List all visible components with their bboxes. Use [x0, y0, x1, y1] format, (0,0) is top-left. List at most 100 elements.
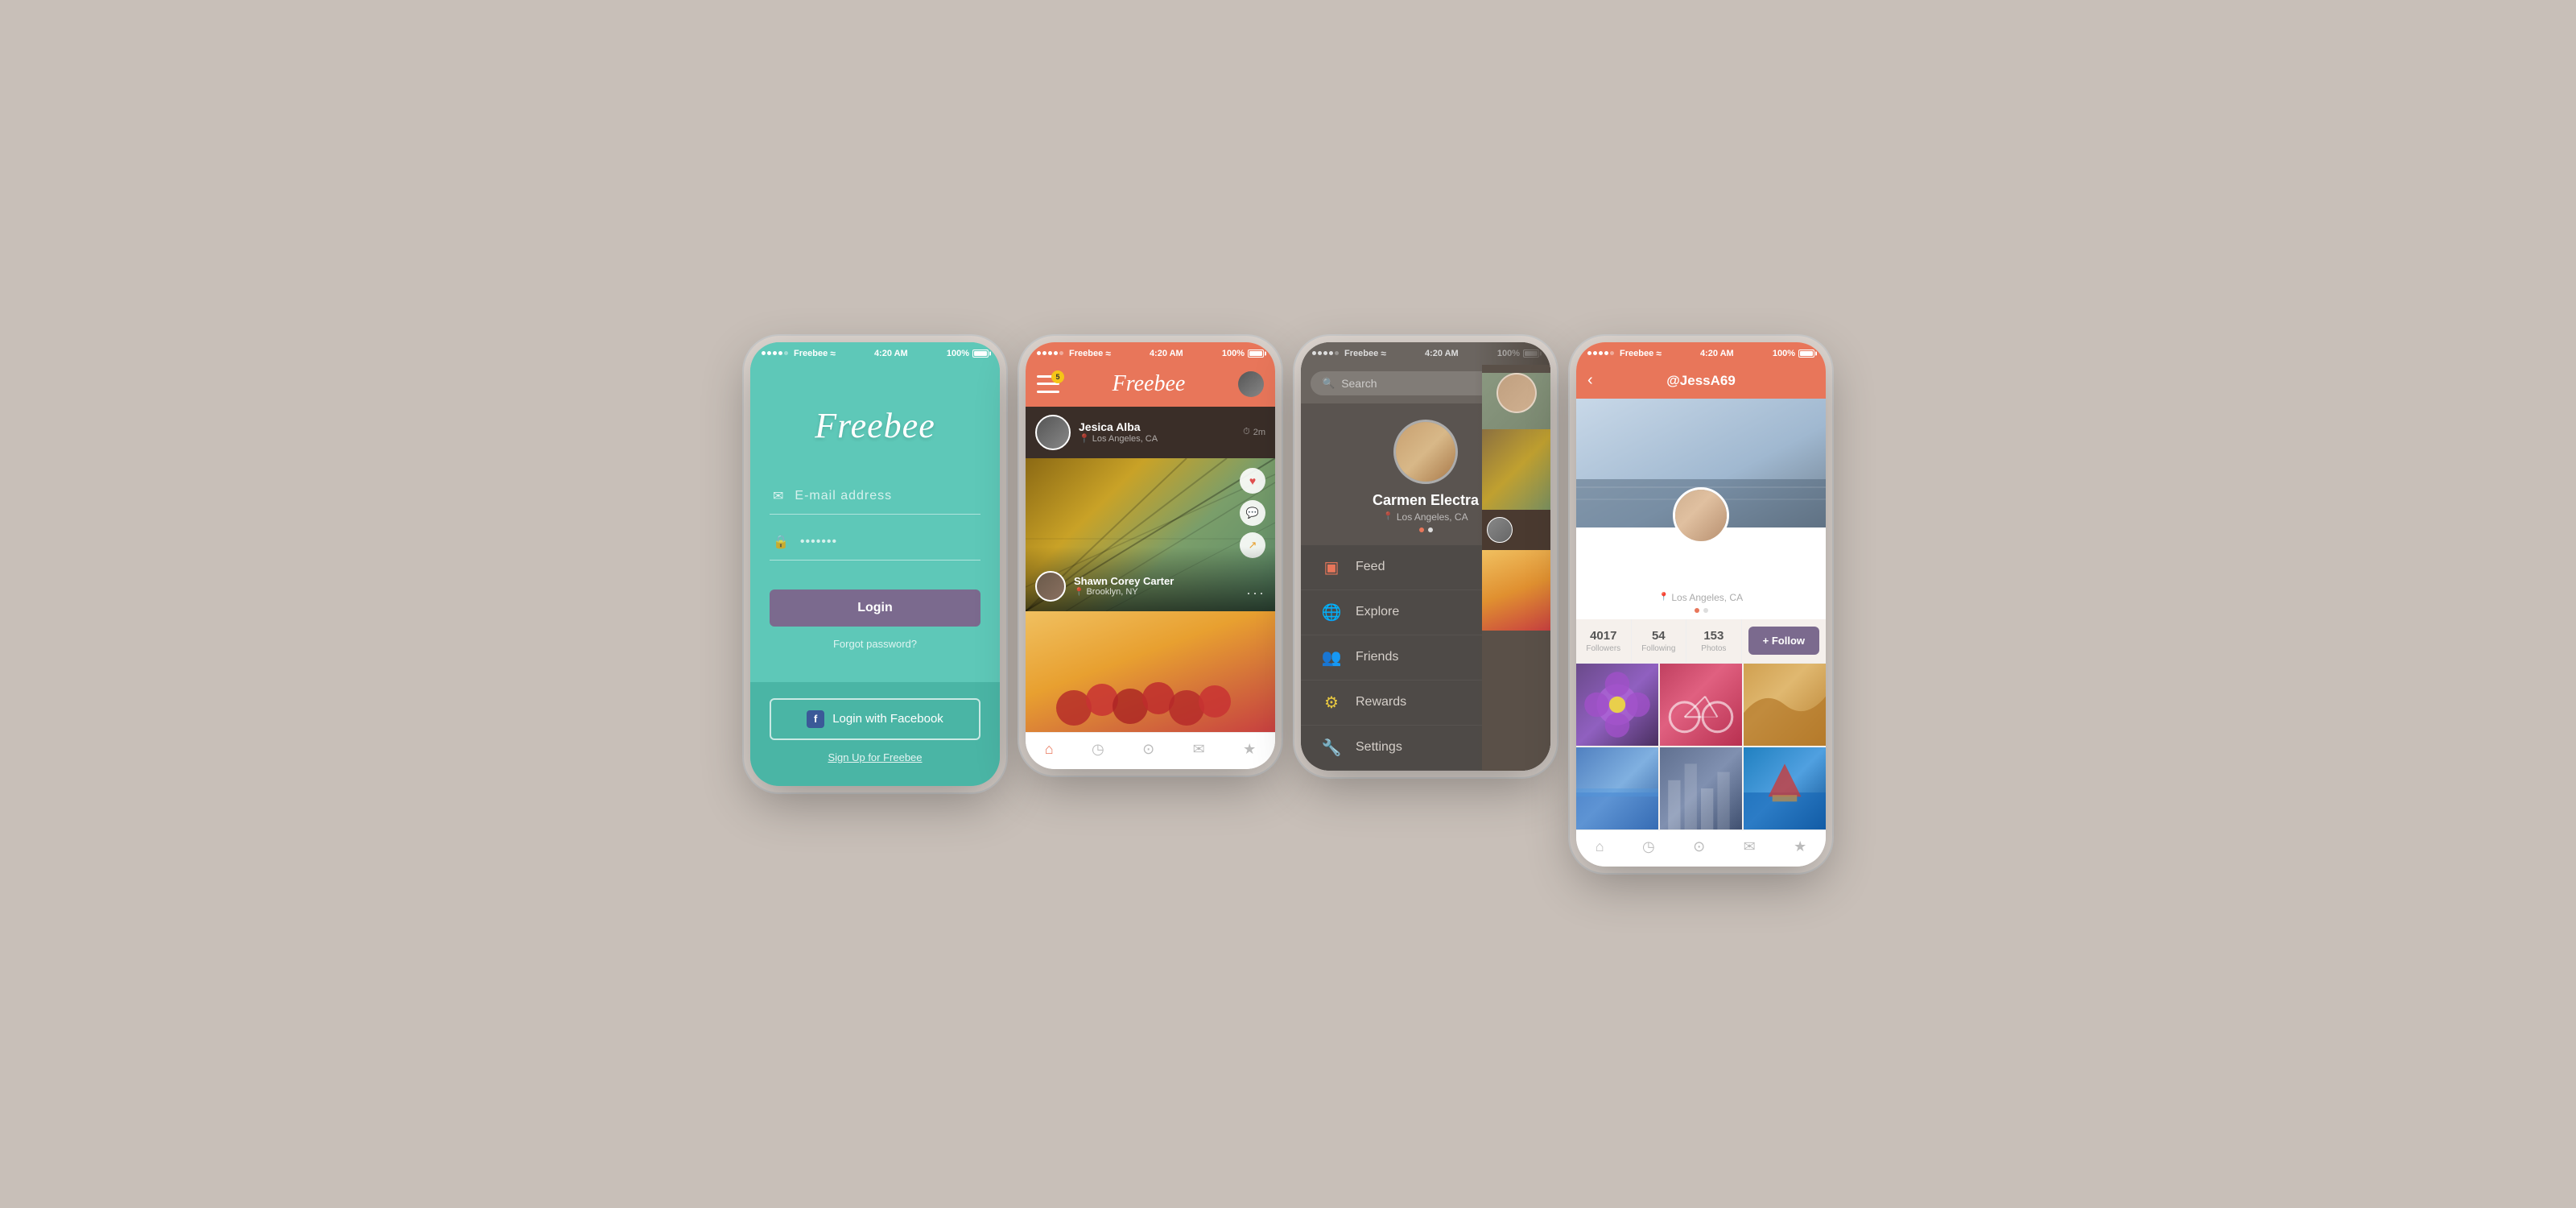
menu-settings-label: Settings — [1356, 740, 1402, 755]
menu-feed-label: Feed — [1356, 560, 1385, 574]
more-options[interactable]: ··· — [1246, 585, 1265, 602]
rewards-icon: ⚙ — [1320, 693, 1343, 713]
status-bar-1: Freebee ≈ 4:20 AM 100% — [750, 342, 1000, 365]
battery-label: 100% — [1497, 349, 1520, 358]
profile-name: Jesica Alba — [1664, 576, 1739, 592]
email-field[interactable]: ✉ E-mail address — [770, 478, 980, 515]
followers-count: 4017 — [1590, 629, 1616, 643]
signal-dot — [1059, 351, 1063, 355]
wifi-icon: ≈ — [1105, 348, 1111, 359]
forgot-password-link[interactable]: Forgot password? — [833, 638, 917, 650]
friends-icon: 👥 — [1320, 647, 1343, 668]
following-label: Following — [1641, 644, 1675, 653]
menu-explore-label: Explore — [1356, 605, 1399, 619]
phone-login: Freebee ≈ 4:20 AM 100% Freebee ✉ E-mail … — [750, 342, 1000, 786]
battery-label: 100% — [947, 349, 969, 358]
time-label: 4:20 AM — [874, 349, 908, 358]
signal-dot — [1054, 351, 1058, 355]
carrier-label: Freebee — [1069, 349, 1103, 358]
menu-avatar[interactable] — [1393, 420, 1458, 484]
profile-location: 📍 Los Angeles, CA — [1659, 592, 1743, 603]
signal-dot — [767, 351, 771, 355]
profile-avatar-large — [1673, 487, 1729, 544]
facebook-login-button[interactable]: f Login with Facebook — [770, 698, 980, 740]
explore-icon: 🌐 — [1320, 602, 1343, 623]
signal-dot — [1318, 351, 1322, 355]
password-field[interactable]: 🔒 ••••••• — [770, 524, 980, 561]
battery-label: 100% — [1773, 349, 1795, 358]
back-button[interactable]: ‹ — [1587, 371, 1593, 390]
nav-star[interactable]: ★ — [1243, 741, 1256, 758]
nav-clock-4[interactable]: ◷ — [1642, 838, 1655, 855]
phone-profile: Freebee ≈ 4:20 AM 100% ‹ @JessA69 — [1576, 342, 1826, 867]
signal-dot — [773, 351, 777, 355]
nav-message[interactable]: ✉ — [1193, 741, 1205, 758]
berries-svg — [1026, 611, 1275, 732]
feed-header: 5 Freebee — [1026, 365, 1275, 407]
signal-dot — [1323, 351, 1327, 355]
like-button[interactable]: ♥ — [1240, 468, 1265, 494]
nav-camera-4[interactable]: ⊙ — [1693, 838, 1705, 855]
post-username-1: Jesica Alba — [1079, 420, 1235, 433]
app-logo: Freebee — [815, 405, 935, 446]
search-placeholder: Search — [1341, 377, 1377, 390]
password-placeholder: ••••••• — [800, 535, 837, 549]
app-logo: Freebee — [1113, 371, 1186, 397]
phone-feed: Freebee ≈ 4:20 AM 100% 5 Freebee J — [1026, 342, 1275, 769]
photo-thumb-4[interactable] — [1576, 747, 1658, 829]
nav-clock[interactable]: ◷ — [1092, 741, 1104, 758]
time-label: 4:20 AM — [1425, 349, 1459, 358]
post-location-2: 📍 Brooklyn, NY — [1074, 587, 1174, 597]
signal-dot — [1037, 351, 1041, 355]
pin-icon-profile: 📍 — [1659, 593, 1669, 602]
menu-username: Carmen Electra — [1373, 492, 1479, 509]
login-body: Freebee ✉ E-mail address 🔒 ••••••• Login… — [750, 365, 1000, 682]
post-time-1: ⏱ 2m — [1243, 427, 1265, 437]
nav-message-4[interactable]: ✉ — [1744, 838, 1756, 855]
post-avatar-1 — [1035, 415, 1071, 450]
battery-icon — [1248, 350, 1264, 358]
photo-thumb-6[interactable] — [1744, 747, 1826, 829]
signal-dot — [1335, 351, 1339, 355]
email-icon: ✉ — [773, 488, 783, 504]
nav-camera[interactable]: ⊙ — [1142, 741, 1154, 758]
carrier-label: Freebee — [1620, 349, 1653, 358]
login-button[interactable]: Login — [770, 590, 980, 627]
time-label: 4:20 AM — [1150, 349, 1183, 358]
signal-dot — [784, 351, 788, 355]
battery-icon — [1798, 350, 1814, 358]
photo-thumb-2[interactable] — [1660, 664, 1742, 746]
wifi-icon: ≈ — [1381, 348, 1386, 359]
follow-button[interactable]: + Follow — [1748, 627, 1819, 655]
phone-menu: Freebee ≈ 4:20 AM 100% 🔍 Search ☰ Carmen… — [1301, 342, 1550, 771]
post-header-1: Jesica Alba 📍 Los Angeles, CA ⏱ 2m — [1026, 407, 1275, 458]
signal-dot — [1042, 351, 1046, 355]
nav-star-4[interactable]: ★ — [1794, 838, 1806, 855]
photo-thumb-5[interactable] — [1660, 747, 1742, 829]
signal-dot — [1312, 351, 1316, 355]
profile-photos-grid — [1576, 664, 1826, 829]
following-stat: 54 Following — [1632, 619, 1687, 663]
photos-label: Photos — [1701, 644, 1726, 653]
comment-button[interactable]: 💬 — [1240, 500, 1265, 526]
facebook-label: Login with Facebook — [832, 712, 943, 726]
profile-stats-bar: 4017 Followers 54 Following 153 Photos +… — [1576, 619, 1826, 664]
wifi-icon: ≈ — [1656, 348, 1662, 359]
photo-thumb-3[interactable] — [1744, 664, 1826, 746]
post-avatar-2 — [1035, 571, 1066, 602]
profile-username: @JessA69 — [1666, 373, 1736, 389]
nav-home-4[interactable]: ⌂ — [1596, 838, 1604, 855]
photo-thumb-1[interactable] — [1576, 664, 1658, 746]
pin-icon: 📍 — [1079, 433, 1090, 444]
pin-icon-2: 📍 — [1074, 588, 1084, 597]
menu-rewards-label: Rewards — [1356, 695, 1406, 709]
signup-link[interactable]: Sign Up for Freebee — [828, 751, 922, 763]
menu-friends-label: Friends — [1356, 650, 1398, 664]
battery-label: 100% — [1222, 349, 1245, 358]
nav-home[interactable]: ⌂ — [1045, 741, 1054, 758]
login-footer: f Login with Facebook Sign Up for Freebe… — [750, 682, 1000, 786]
user-avatar-small[interactable] — [1238, 371, 1264, 397]
menu-button[interactable]: 5 — [1037, 375, 1059, 393]
email-placeholder: E-mail address — [795, 489, 892, 503]
post-user-overlay-2: Shawn Corey Carter 📍 Brooklyn, NY ··· — [1026, 547, 1275, 611]
